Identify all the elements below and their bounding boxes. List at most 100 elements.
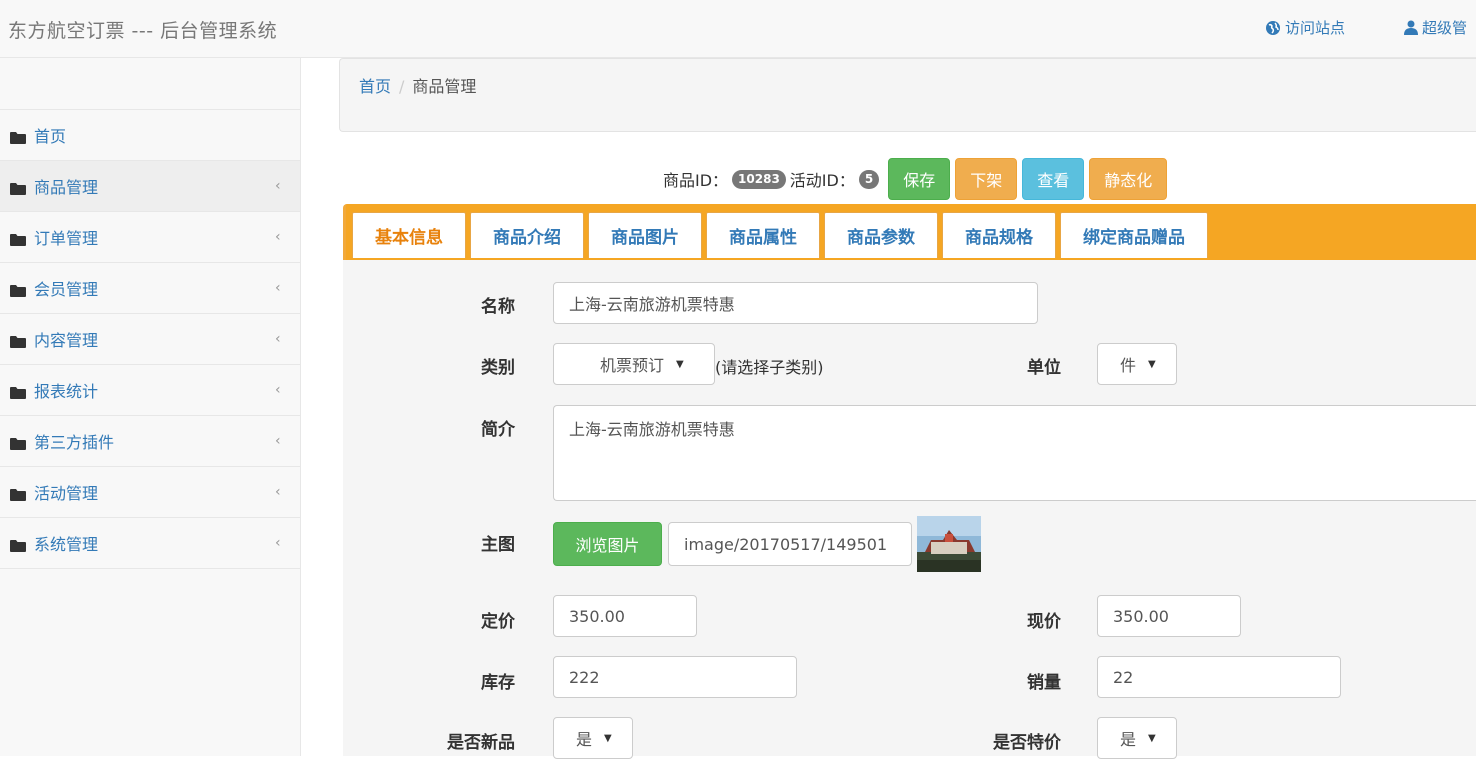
sidebar-item-label: 首页	[34, 127, 67, 146]
chevron-left-icon: ‹	[275, 178, 281, 194]
chevron-left-icon: ‹	[275, 331, 281, 347]
folder-icon	[10, 435, 26, 450]
breadcrumb-home-link[interactable]: 首页	[359, 77, 391, 96]
sales-input[interactable]: 22	[1097, 656, 1341, 698]
dropdown-arrow-icon: ▼	[1148, 358, 1156, 370]
category-label: 类别	[481, 358, 515, 378]
activity-id-badge: 5	[858, 169, 880, 189]
summary-label: 简介	[481, 420, 515, 440]
category-select-value: 机票预订	[600, 356, 665, 375]
list-price-input[interactable]: 350.00	[553, 595, 697, 637]
sidebar-item-label: 活动管理	[34, 484, 99, 503]
name-label: 名称	[481, 297, 515, 317]
folder-icon	[10, 129, 26, 144]
sidebar-item[interactable]: 报表统计 ‹	[0, 365, 300, 416]
tab-item[interactable]: 绑定商品赠品	[1060, 212, 1208, 258]
tab-item[interactable]: 商品介绍	[470, 212, 584, 258]
stock-input[interactable]: 222	[553, 656, 797, 698]
name-input[interactable]: 上海-云南旅游机票特惠	[553, 282, 1038, 324]
image-path-input[interactable]: image/20170517/149501	[668, 522, 912, 566]
unit-select-value: 件	[1120, 356, 1137, 375]
view-button[interactable]: 查看	[1022, 158, 1085, 200]
folder-icon	[10, 231, 26, 246]
folder-icon	[10, 282, 26, 297]
visit-site-link[interactable]: 访问站点	[1265, 17, 1345, 38]
is-special-select[interactable]: 是 ▼	[1097, 717, 1177, 759]
activity-id-label: 活动ID：	[789, 171, 855, 190]
dropdown-arrow-icon: ▼	[1148, 732, 1156, 744]
unit-label: 单位	[1027, 358, 1061, 378]
sidebar-item[interactable]: 首页	[0, 110, 300, 161]
chevron-left-icon: ‹	[275, 433, 281, 449]
tab-bar: 基本信息 商品介绍 商品图片 商品属性 商品参数 商品规格 绑定商品赠品	[343, 204, 1476, 260]
product-id-label: 商品ID：	[663, 171, 729, 190]
sidebar-spacer	[0, 58, 300, 110]
folder-icon	[10, 537, 26, 552]
top-navbar: 东方航空订票 --- 后台管理系统 访问站点 超级管	[0, 0, 1476, 58]
sidebar-item[interactable]: 活动管理 ‹	[0, 467, 300, 518]
dropdown-arrow-icon: ▼	[676, 358, 684, 370]
sidebar-item-label: 内容管理	[34, 331, 99, 350]
basic-info-form: 名称 上海-云南旅游机票特惠 类别 机票预订 ▼ (请选择子类别) 单位 件 ▼…	[343, 260, 1476, 759]
sidebar-item[interactable]: 系统管理 ‹	[0, 518, 300, 569]
main-image-thumbnail[interactable]	[917, 516, 981, 572]
current-price-input[interactable]: 350.00	[1097, 595, 1241, 637]
tab-item[interactable]: 商品图片	[588, 212, 702, 258]
sidebar-item-label: 报表统计	[34, 382, 99, 401]
breadcrumb-separator: /	[399, 77, 405, 96]
user-name: 超级管	[1422, 19, 1468, 37]
chevron-left-icon: ‹	[275, 382, 281, 398]
product-id-bar: 商品ID： 10283 活动ID： 5 保存 下架 查看 静态化	[663, 158, 1168, 200]
sidebar-item[interactable]: 内容管理 ‹	[0, 314, 300, 365]
save-button[interactable]: 保存	[888, 158, 951, 200]
chevron-left-icon: ‹	[275, 280, 281, 296]
is-new-select-value: 是	[576, 730, 593, 749]
list-price-label: 定价	[481, 612, 515, 632]
offshelf-button[interactable]: 下架	[955, 158, 1018, 200]
is-new-label: 是否新品	[447, 733, 515, 753]
globe-icon	[1265, 20, 1281, 36]
sidebar-item[interactable]: 会员管理 ‹	[0, 263, 300, 314]
user-icon	[1404, 20, 1418, 35]
folder-icon	[10, 180, 26, 195]
sidebar-item-label: 系统管理	[34, 535, 99, 554]
is-special-label: 是否特价	[993, 733, 1061, 753]
folder-icon	[10, 384, 26, 399]
chevron-left-icon: ‹	[275, 229, 281, 245]
breadcrumb: 首页 / 商品管理	[339, 58, 1476, 132]
category-select[interactable]: 机票预订 ▼	[553, 343, 715, 385]
main-image-label: 主图	[481, 535, 515, 555]
breadcrumb-current: 商品管理	[412, 77, 477, 96]
sidebar-item-label: 订单管理	[34, 229, 99, 248]
tab-item[interactable]: 基本信息	[352, 212, 466, 258]
sidebar-item[interactable]: 订单管理 ‹	[0, 212, 300, 263]
sales-label: 销量	[1027, 673, 1061, 693]
category-hint: (请选择子类别)	[715, 358, 824, 377]
chevron-left-icon: ‹	[275, 535, 281, 551]
product-id-badge: 10283	[732, 169, 786, 189]
app-title[interactable]: 东方航空订票 --- 后台管理系统	[8, 16, 277, 43]
summary-textarea[interactable]: 上海-云南旅游机票特惠	[553, 405, 1476, 501]
folder-icon	[10, 333, 26, 348]
sidebar-item[interactable]: 第三方插件 ‹	[0, 416, 300, 467]
sidebar-item-label: 会员管理	[34, 280, 99, 299]
chevron-left-icon: ‹	[275, 484, 281, 500]
folder-icon	[10, 486, 26, 501]
staticize-button[interactable]: 静态化	[1089, 158, 1168, 200]
is-special-select-value: 是	[1120, 730, 1137, 749]
sidebar-item[interactable]: 商品管理 ‹	[0, 161, 300, 212]
sidebar-item-label: 第三方插件	[34, 433, 115, 452]
current-price-label: 现价	[1027, 612, 1061, 632]
tab-item[interactable]: 商品属性	[706, 212, 820, 258]
visit-site-label: 访问站点	[1285, 19, 1346, 37]
dropdown-arrow-icon: ▼	[604, 732, 612, 744]
tab-item[interactable]: 商品参数	[824, 212, 938, 258]
stock-label: 库存	[481, 673, 515, 693]
is-new-select[interactable]: 是 ▼	[553, 717, 633, 759]
sidebar: 首页 商品管理 ‹ 订单管理 ‹ 会员管理 ‹ 内容管理 ‹ 报表统计 ‹ 第三方插件 ‹ 活动管理 ‹ 系统…	[0, 58, 301, 756]
browse-image-button[interactable]: 浏览图片	[553, 522, 662, 566]
unit-select[interactable]: 件 ▼	[1097, 343, 1177, 385]
product-edit-panel: 基本信息 商品介绍 商品图片 商品属性 商品参数 商品规格 绑定商品赠品 名称 上海-云南旅…	[343, 204, 1476, 759]
user-menu[interactable]: 超级管	[1404, 17, 1467, 38]
tab-item[interactable]: 商品规格	[942, 212, 1056, 258]
